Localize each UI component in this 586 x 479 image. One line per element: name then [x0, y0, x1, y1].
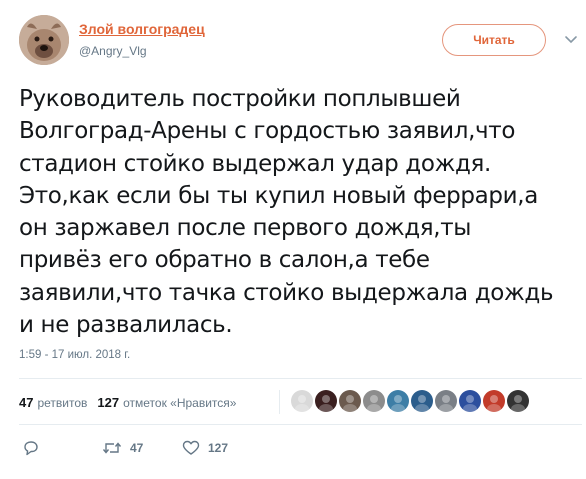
liker-avatar[interactable] — [507, 390, 529, 412]
heart-icon — [182, 440, 200, 455]
tweet-actions: 47 127 — [22, 440, 228, 456]
reply-icon — [24, 441, 38, 456]
divider — [19, 378, 582, 379]
author-handle[interactable]: @Angry_Vlg — [79, 44, 147, 58]
tweet-stats: 47 ретвитов 127 отметок «Нравится» — [19, 395, 246, 410]
author-name[interactable]: Злой волгоградец — [79, 21, 205, 37]
retweets-stat[interactable]: 47 ретвитов — [19, 395, 87, 410]
liker-avatar[interactable] — [483, 390, 505, 412]
stats-divider — [279, 390, 280, 414]
reply-button[interactable] — [22, 440, 102, 456]
like-button[interactable]: 127 — [182, 440, 228, 456]
retweets-label: ретвитов — [37, 396, 88, 410]
tweet-timestamp[interactable]: 1:59 - 17 июл. 2018 г. — [19, 349, 130, 361]
likers-avatars — [291, 390, 531, 412]
divider — [19, 424, 582, 425]
likes-stat[interactable]: 127 отметок «Нравится» — [97, 395, 236, 410]
liker-avatar[interactable] — [315, 390, 337, 412]
liker-avatar[interactable] — [387, 390, 409, 412]
liker-avatar[interactable] — [291, 390, 313, 412]
retweet-count: 47 — [130, 441, 144, 455]
follow-button[interactable]: Читать — [442, 24, 546, 56]
liker-avatar[interactable] — [363, 390, 385, 412]
likes-label: отметок «Нравится» — [123, 396, 237, 410]
liker-avatar[interactable] — [411, 390, 433, 412]
retweet-button[interactable]: 47 — [102, 440, 182, 456]
likes-count: 127 — [97, 395, 120, 410]
liker-avatar[interactable] — [339, 390, 361, 412]
author-avatar[interactable] — [19, 15, 69, 65]
liker-avatar[interactable] — [459, 390, 481, 412]
tweet-text: Руководитель постройки поплывшей Волгогр… — [19, 86, 554, 339]
retweet-icon — [102, 442, 122, 454]
like-count: 127 — [208, 441, 229, 455]
liker-avatar[interactable] — [435, 390, 457, 412]
retweets-count: 47 — [19, 395, 34, 410]
chevron-down-icon[interactable] — [564, 33, 578, 47]
